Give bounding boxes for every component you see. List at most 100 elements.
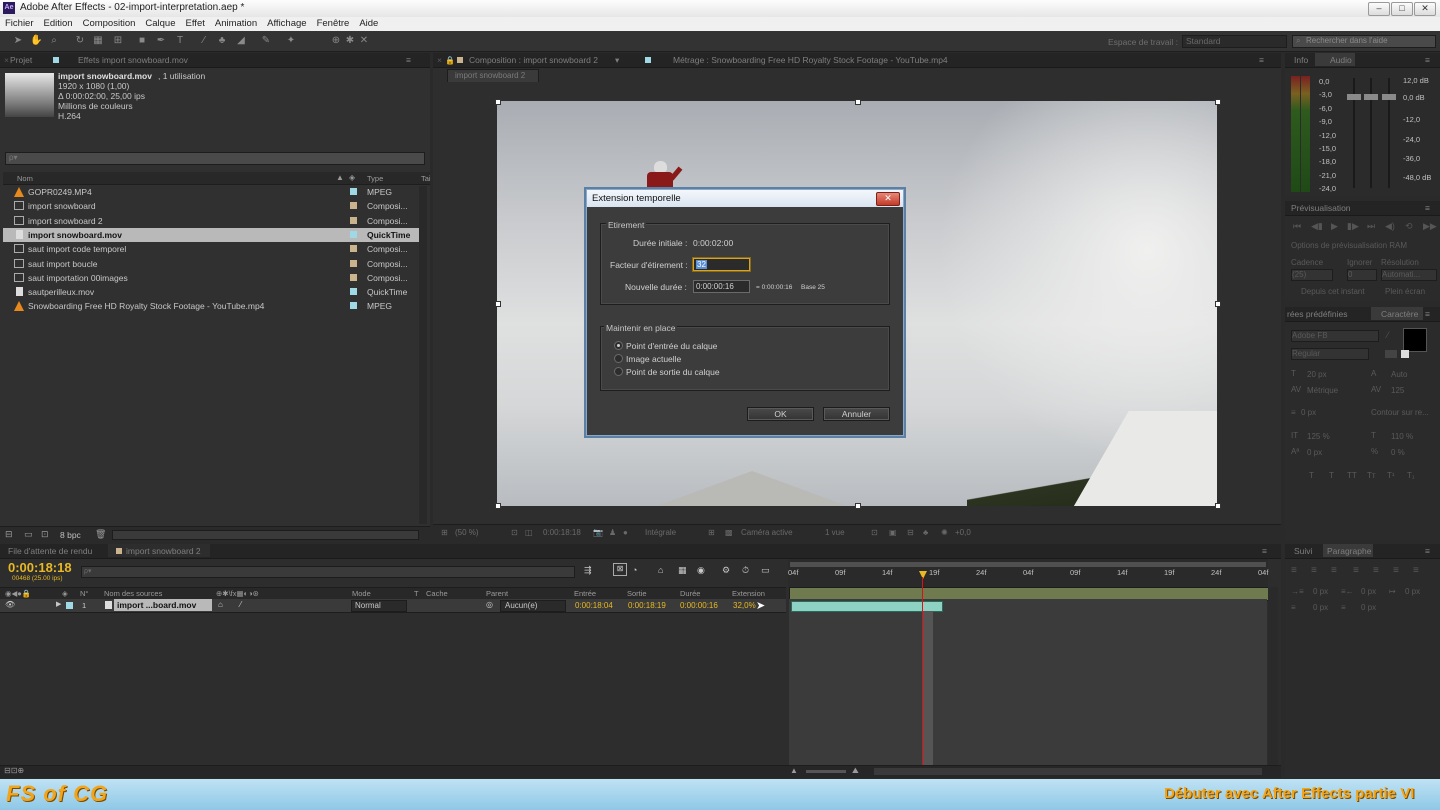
- fill-color-swatch[interactable]: [1403, 328, 1427, 352]
- snapshot-icon[interactable]: 📷: [593, 528, 603, 537]
- project-item-label-swatch[interactable]: [350, 288, 357, 296]
- full-screen-checkbox[interactable]: Plein écran: [1385, 287, 1425, 296]
- space-before-value[interactable]: 0 px: [1313, 603, 1328, 612]
- tab-timeline-comp[interactable]: import snowboard 2: [126, 546, 201, 556]
- mask-visibility-icon[interactable]: ◫: [525, 528, 533, 537]
- blend-mode-select[interactable]: Normal: [351, 600, 407, 612]
- layer-handle-bl[interactable]: [495, 503, 501, 509]
- project-item[interactable]: import snowboard.mov QuickTime: [3, 227, 423, 242]
- camera-tool-icon[interactable]: ▦: [92, 35, 104, 47]
- radio-layer-out-point-label[interactable]: Point de sortie du calque: [626, 367, 720, 377]
- tab-effects[interactable]: Effets import snowboard.mov: [78, 55, 188, 65]
- roto-brush-tool-icon[interactable]: ✎: [260, 35, 272, 47]
- trash-icon[interactable]: 🗑: [95, 529, 106, 540]
- zoom-in-icon[interactable]: ⛰: [852, 766, 859, 776]
- project-item[interactable]: saut importation 00images Composi...: [3, 271, 423, 285]
- visibility-icon[interactable]: 👁: [5, 600, 15, 609]
- new-composition-icon[interactable]: ⊡: [41, 529, 49, 540]
- tab-project[interactable]: Projet: [10, 55, 32, 65]
- align-center-icon[interactable]: ≡: [1311, 565, 1317, 576]
- stroke-color-swatch[interactable]: [1385, 350, 1397, 358]
- interpret-footage-icon[interactable]: ⊟: [5, 529, 13, 540]
- timeline-vertical-scrollbar[interactable]: [1268, 587, 1278, 765]
- layer-name-selected[interactable]: import ...board.mov: [114, 599, 212, 611]
- tsume-value[interactable]: 0 %: [1391, 448, 1405, 457]
- ignore-select[interactable]: 0: [1347, 269, 1377, 281]
- font-family-select[interactable]: Adobe FB: [1291, 330, 1379, 342]
- tab-presets[interactable]: rées prédéfinies: [1287, 309, 1347, 319]
- axis-mode-2-icon[interactable]: ✱: [344, 35, 356, 47]
- menu-fenetre[interactable]: Fenêtre: [312, 17, 355, 29]
- tab-tracker[interactable]: Suivi: [1294, 546, 1312, 556]
- live-update-icon[interactable]: ⊠: [613, 563, 627, 576]
- comp-subtab[interactable]: import snowboard 2: [447, 69, 539, 82]
- new-folder-icon[interactable]: ▭: [24, 529, 33, 540]
- project-item[interactable]: saut import code temporel Composi...: [3, 242, 423, 256]
- ok-button[interactable]: OK: [747, 407, 814, 421]
- fader-right-knob[interactable]: [1382, 94, 1396, 100]
- faux-bold-icon[interactable]: T: [1309, 471, 1314, 480]
- tab-character[interactable]: Caractère: [1381, 309, 1418, 319]
- radio-current-frame-label[interactable]: Image actuelle: [626, 354, 681, 364]
- menu-fichier[interactable]: Fichier: [0, 17, 39, 29]
- flowchart-icon[interactable]: ♣: [923, 528, 928, 537]
- always-preview-icon[interactable]: ⊞: [441, 528, 448, 537]
- project-item-label-swatch[interactable]: [350, 302, 357, 310]
- quality-switch-icon[interactable]: ⁄: [240, 600, 241, 609]
- hand-tool-icon[interactable]: ✋: [30, 35, 42, 47]
- lock-icon[interactable]: 🔒: [445, 56, 455, 65]
- font-size-value[interactable]: 20 px: [1307, 370, 1327, 379]
- align-left-icon[interactable]: ≡: [1291, 565, 1297, 576]
- kerning-value[interactable]: Métrique: [1307, 386, 1338, 395]
- mini-flowchart-icon[interactable]: ⇶: [584, 565, 592, 576]
- camera-select[interactable]: Caméra active: [741, 528, 793, 537]
- tracking-value[interactable]: 125: [1391, 386, 1404, 395]
- panel-menu-icon[interactable]: ≡: [1262, 546, 1267, 556]
- rotate-tool-icon[interactable]: ↻: [74, 35, 86, 47]
- justify-center-icon[interactable]: ≡: [1373, 565, 1379, 576]
- project-item[interactable]: sautperilleux.mov QuickTime: [3, 285, 423, 299]
- layer-handle-tl[interactable]: [495, 99, 501, 105]
- radio-layer-in-point[interactable]: [614, 341, 623, 350]
- column-source-name[interactable]: Nom des sources: [104, 589, 162, 598]
- vertical-scale-value[interactable]: 125 %: [1307, 432, 1330, 441]
- timeline-horizontal-scrollbar[interactable]: [874, 768, 1262, 775]
- resolution-select[interactable]: Intégrale: [645, 528, 676, 537]
- stroke-width-value[interactable]: 0 px: [1301, 408, 1316, 417]
- indent-right-value[interactable]: 0 px: [1361, 587, 1376, 596]
- timeline-current-time[interactable]: 0:00:18:18: [8, 560, 72, 575]
- layer-handle-tr[interactable]: [1215, 99, 1221, 105]
- new-duration-input[interactable]: 0:00:00:16: [693, 280, 750, 293]
- layer-stretch[interactable]: 32,0%: [733, 601, 756, 610]
- parent-select[interactable]: Aucun(e): [500, 600, 566, 612]
- help-search-input[interactable]: ⌕ Rechercher dans l'aide: [1292, 35, 1436, 48]
- column-type[interactable]: Type: [367, 174, 383, 183]
- space-after-value[interactable]: 0 px: [1361, 603, 1376, 612]
- panel-menu-icon[interactable]: ≡: [1425, 309, 1430, 319]
- horizontal-scale-value[interactable]: 110 %: [1391, 432, 1413, 441]
- pen-tool-icon[interactable]: ✒: [155, 35, 167, 47]
- loop-icon[interactable]: ⟲: [1405, 221, 1413, 232]
- tab-footage[interactable]: Métrage : Snowboarding Free HD Royalty S…: [673, 55, 948, 65]
- axis-mode-3-icon[interactable]: ✕: [358, 35, 370, 47]
- expand-layer-icon[interactable]: ▶: [56, 600, 61, 608]
- close-tab-icon[interactable]: ×: [437, 55, 442, 65]
- timeline-search-input[interactable]: ρ▾: [81, 566, 575, 578]
- fader-mid-knob[interactable]: [1364, 94, 1378, 100]
- play-icon[interactable]: ▶: [1331, 221, 1338, 232]
- last-frame-icon[interactable]: ⏭: [1367, 221, 1375, 232]
- layer-duration[interactable]: 0:00:00:16: [680, 601, 718, 610]
- project-item-label-swatch[interactable]: [350, 230, 357, 238]
- clone-stamp-tool-icon[interactable]: ♣: [216, 35, 228, 47]
- exposure-value[interactable]: +0,0: [955, 528, 971, 537]
- first-line-value[interactable]: 0 px: [1405, 587, 1420, 596]
- cancel-button[interactable]: Annuler: [823, 407, 890, 421]
- timeline-zoom-slider[interactable]: [806, 770, 846, 773]
- auto-keyframe-icon[interactable]: ⏱: [742, 565, 749, 576]
- comp-dropdown-icon[interactable]: ▾: [615, 55, 619, 66]
- panel-menu-icon[interactable]: ≡: [1425, 55, 1430, 65]
- resolution-select[interactable]: Automati...: [1381, 269, 1437, 281]
- panel-menu-icon[interactable]: ≡: [406, 55, 411, 65]
- indent-left-value[interactable]: 0 px: [1313, 587, 1328, 596]
- frame-blending-icon[interactable]: ▦: [678, 565, 687, 576]
